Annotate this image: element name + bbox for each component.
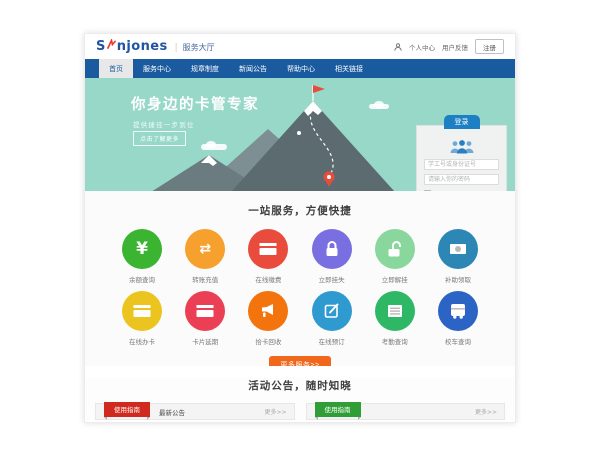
password-input[interactable] [424, 174, 499, 185]
mountain-illustration [143, 80, 413, 191]
more-services-button[interactable]: 更多服务>> [269, 356, 330, 366]
lock-icon [322, 239, 342, 259]
service-apply-card[interactable]: 在线办卡 [111, 291, 173, 346]
bank-card-icon [195, 301, 215, 321]
bus-icon [448, 301, 468, 321]
remember-label: 记住用户名 [433, 189, 462, 191]
usage-guide-ribbon-red[interactable]: 使用指南 [104, 402, 150, 417]
service-card-extension[interactable]: 卡片延期 [174, 291, 236, 346]
nav-item-help[interactable]: 帮助中心 [277, 59, 325, 78]
service-subsidy[interactable]: 补助领取 [427, 229, 489, 284]
nav-item-rules[interactable]: 规章制度 [181, 59, 229, 78]
megaphone-icon [258, 301, 278, 321]
nav-item-service-center[interactable]: 服务中心 [133, 59, 181, 78]
more-link-right[interactable]: 更多>> [475, 407, 497, 416]
bank-card-icon [132, 301, 152, 321]
service-online-booking[interactable]: 在线预订 [301, 291, 363, 346]
service-cancel-loss[interactable]: 立即解挂 [364, 229, 426, 284]
hero-banner: 你身边的卡管专家 提供捷径一步到位 点击了解更多 登录 [85, 78, 515, 191]
service-school-bus[interactable]: 校车查询 [427, 291, 489, 346]
banknote-icon [448, 239, 468, 259]
main-nav: 首页 服务中心 规章制度 新闻公告 帮助中心 相关链接 [85, 59, 515, 78]
services-title: 一站服务，方便快捷 [85, 203, 515, 218]
remember-row: 记住用户名 | 忘记密码 [424, 189, 499, 191]
announcements-left-panel: 使用指南 最新公告 更多>> [95, 403, 295, 420]
login-tab[interactable]: 登录 [444, 115, 480, 129]
register-button[interactable]: 注册 [475, 39, 504, 54]
announcements-section: 活动公告，随时知晓 使用指南 最新公告 更多>> 使用指南 更多>> [85, 378, 515, 420]
edit-icon [322, 301, 342, 321]
service-card-recycle[interactable]: 拾卡回收 [237, 291, 299, 346]
site-page: Snjones | 服务大厅 个人中心 用户反馈 注册 首页 服务中心 规章制度… [84, 33, 516, 423]
service-balance[interactable]: ¥ 余额查询 [111, 229, 173, 284]
announcements-title: 活动公告，随时知晓 [85, 378, 515, 393]
account-area: 个人中心 用户反馈 注册 [387, 39, 504, 54]
user-feedback-link[interactable]: 用户反馈 [442, 42, 468, 52]
service-pay-online[interactable]: 在线缴费 [237, 229, 299, 284]
nav-item-news[interactable]: 新闻公告 [229, 59, 277, 78]
service-report-loss[interactable]: 立即挂失 [301, 229, 363, 284]
users-group-icon [448, 139, 476, 154]
username-input[interactable] [424, 159, 499, 170]
announcements-right-panel: 使用指南 更多>> [306, 403, 506, 420]
personal-center-link[interactable]: 个人中心 [409, 42, 435, 52]
logo-divider: | [175, 43, 178, 53]
yen-icon: ¥ [136, 241, 148, 258]
service-attendance[interactable]: 考勤查询 [364, 291, 426, 346]
tab-latest-announcements[interactable]: 最新公告 [159, 407, 185, 417]
separator: | [465, 191, 467, 192]
more-link-left[interactable]: 更多>> [264, 407, 286, 416]
logo-swoosh-icon [107, 39, 116, 50]
nav-item-home[interactable]: 首页 [99, 59, 133, 78]
services-row-1: ¥ 余额查询 ⇄ 转账充值 在线缴费 立即挂失 立即解挂 补助领取 [85, 229, 515, 284]
user-icon [394, 43, 402, 51]
services-row-2: 在线办卡 卡片延期 拾卡回收 在线预订 考勤查询 校车查询 [85, 291, 515, 346]
logo-subtitle: 服务大厅 [183, 42, 215, 53]
header: Snjones | 服务大厅 个人中心 用户反馈 注册 [85, 34, 515, 59]
list-icon [385, 301, 405, 321]
service-transfer[interactable]: ⇄ 转账充值 [174, 229, 236, 284]
bank-card-icon [258, 239, 278, 259]
nav-item-links[interactable]: 相关链接 [325, 59, 373, 78]
services-section: 一站服务，方便快捷 ¥ 余额查询 ⇄ 转账充值 在线缴费 立即挂失 立即解挂 [85, 191, 515, 366]
transfer-arrows-icon: ⇄ [199, 242, 211, 256]
logo[interactable]: Snjones | 服务大厅 [96, 39, 215, 54]
usage-guide-ribbon-green[interactable]: 使用指南 [315, 402, 361, 417]
unlock-icon [385, 239, 405, 259]
logo-text: Snjones [96, 39, 168, 54]
login-panel: 登录 记住用户名 | 忘记密码 cvjp 换一张 登录 [416, 125, 507, 191]
forgot-password-link[interactable]: 忘记密码 [470, 189, 493, 191]
announcements-tabbar: 使用指南 最新公告 更多>> 使用指南 更多>> [95, 403, 505, 420]
remember-checkbox[interactable] [424, 190, 431, 191]
